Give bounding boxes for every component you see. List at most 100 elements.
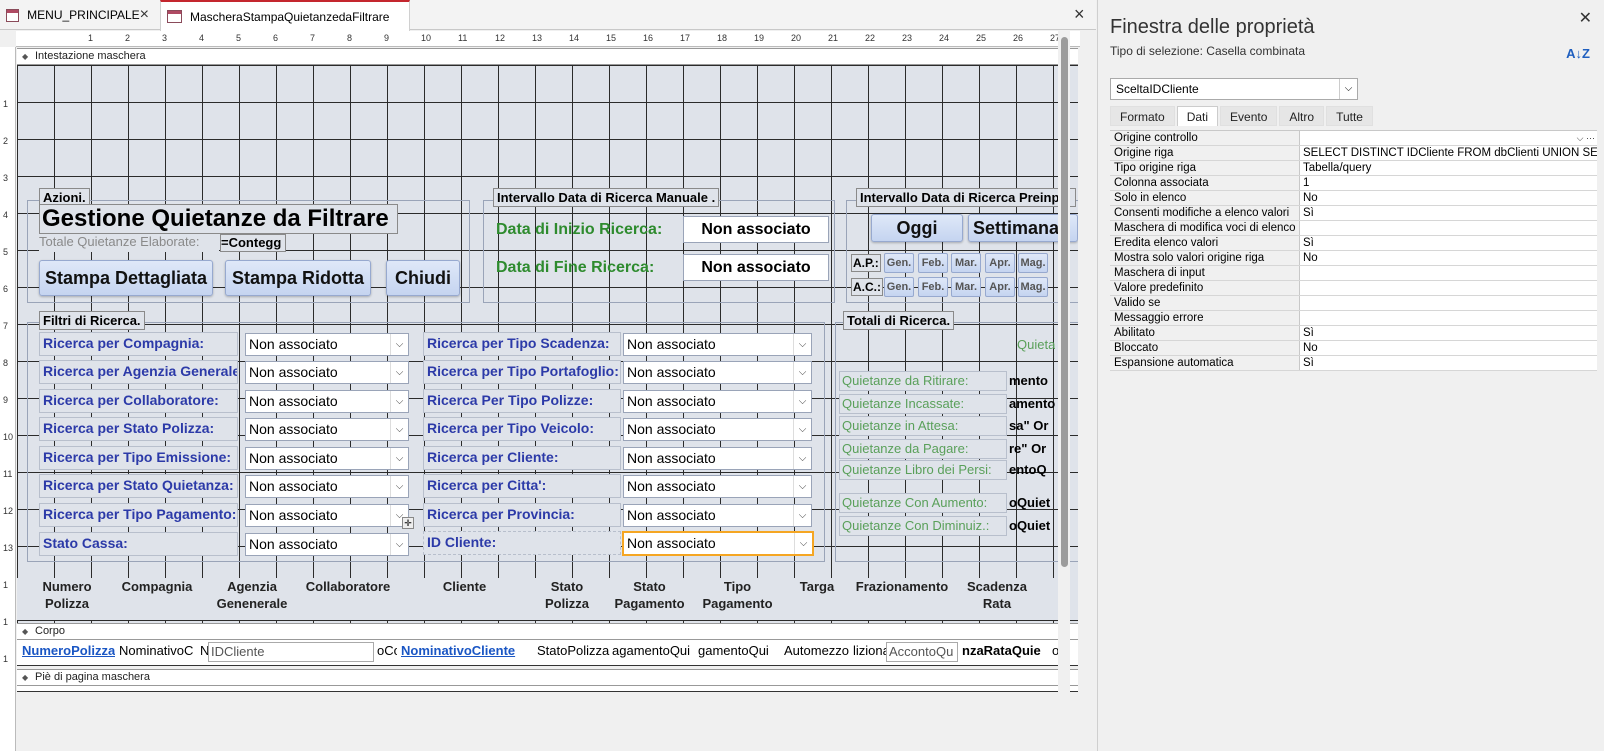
property-value[interactable]: Sì (1300, 236, 1597, 250)
chevron-down-icon[interactable]: ⌵ (390, 448, 408, 469)
chevron-down-icon[interactable]: ⌵ ··· (1577, 131, 1595, 145)
ac-feb-button[interactable]: Feb. (918, 277, 948, 297)
property-row[interactable]: Solo in elenco No (1110, 191, 1597, 206)
object-selector[interactable]: SceltaIDCliente ⌵ (1110, 78, 1358, 100)
collaboratore-field[interactable]: oCol (375, 642, 397, 662)
ac-apr-button[interactable]: Apr. (985, 277, 1015, 297)
vertical-scrollbar[interactable] (1058, 31, 1070, 751)
property-value[interactable]: Sì (1300, 326, 1597, 340)
stato-polizza-combo[interactable]: Non associato ⌵ (245, 418, 409, 441)
tipo-veicolo-combo[interactable]: Non associato ⌵ (623, 418, 812, 441)
chevron-down-icon[interactable]: ⌵ (390, 362, 408, 383)
provincia-combo[interactable]: Non associato ⌵ (623, 504, 812, 527)
property-value[interactable]: SELECT DISTINCT IDCliente FROM dbClienti… (1300, 146, 1597, 160)
chevron-down-icon[interactable]: ⌵ (794, 533, 812, 554)
section-bar-header[interactable]: Intestazione maschera (17, 48, 1078, 65)
property-row[interactable]: Mostra solo valori origine riga No (1110, 251, 1597, 266)
collaboratore-combo[interactable]: Non associato ⌵ (245, 390, 409, 413)
close-icon[interactable]: × (140, 6, 149, 24)
stampa-dettagliata-button[interactable]: Stampa Dettagliata (39, 260, 213, 296)
chevron-down-icon[interactable]: ⌵ (793, 334, 811, 355)
property-row[interactable]: Maschera di modifica voci di elenco (1110, 221, 1597, 236)
property-row[interactable]: Abilitato Sì (1110, 326, 1597, 341)
property-value[interactable]: Sì (1300, 206, 1597, 220)
tab-dati[interactable]: Dati (1176, 106, 1219, 126)
property-row[interactable]: Tipo origine riga Tabella/query (1110, 161, 1597, 176)
chevron-down-icon[interactable]: ⌵ (390, 334, 408, 355)
ac-gen-button[interactable]: Gen. (884, 277, 914, 297)
property-row[interactable]: Origine riga SELECT DISTINCT IDCliente FR… (1110, 146, 1597, 161)
targa-field[interactable]: Automezzo (782, 642, 850, 662)
close-icon[interactable]: ✕ (1579, 8, 1592, 28)
compagnia-combo[interactable]: Non associato ⌵ (245, 333, 409, 356)
close-document-icon[interactable]: × (1074, 4, 1085, 25)
property-row[interactable]: Messaggio errore (1110, 311, 1597, 326)
chevron-down-icon[interactable]: ⌵ (793, 448, 811, 469)
chevron-down-icon[interactable]: ⌵ (390, 476, 408, 497)
tab-tutte[interactable]: Tutte (1326, 106, 1373, 126)
chevron-down-icon[interactable]: ⌵ (793, 362, 811, 383)
chevron-down-icon[interactable]: ⌵ (390, 391, 408, 412)
ac-mar-button[interactable]: Mar. (951, 277, 981, 297)
tab-formato[interactable]: Formato (1110, 106, 1175, 126)
property-row[interactable]: Origine controllo ⌵ ··· (1110, 131, 1597, 146)
property-value[interactable]: 1 (1300, 176, 1597, 190)
citta-combo[interactable]: Non associato ⌵ (623, 475, 812, 498)
ap-apr-button[interactable]: Apr. (985, 253, 1015, 273)
property-value[interactable]: No (1300, 341, 1597, 355)
scadenza-rata-field[interactable]: nzaRataQuie (960, 642, 1050, 662)
chevron-down-icon[interactable]: ⌵ (1339, 79, 1357, 99)
tipo-pagamento-field[interactable]: gamentoQui (696, 642, 781, 662)
property-row[interactable]: Valido se (1110, 296, 1597, 311)
stato-polizza-field[interactable]: StatoPolizza (535, 642, 610, 662)
tab-altro[interactable]: Altro (1279, 106, 1325, 126)
scrollbar-thumb[interactable] (1061, 37, 1068, 567)
property-value[interactable]: ⌵ ··· (1300, 131, 1597, 145)
id-cliente-field[interactable]: IDCliente (208, 642, 374, 662)
ap-mar-button[interactable]: Mar. (951, 253, 981, 273)
property-row[interactable]: Bloccato No (1110, 341, 1597, 356)
tab-menu-principale[interactable]: MENU_PRINCIPALE × (0, 0, 157, 30)
stato-quietanza-combo[interactable]: Non associato ⌵ (245, 475, 409, 498)
tipo-scadenza-combo[interactable]: Non associato ⌵ (623, 333, 812, 356)
property-value[interactable] (1300, 221, 1597, 235)
stampa-ridotta-button[interactable]: Stampa Ridotta (225, 260, 371, 296)
chiudi-button[interactable]: Chiudi (386, 260, 460, 296)
property-value[interactable]: Tabella/query (1300, 161, 1597, 175)
property-row[interactable]: Maschera di input (1110, 266, 1597, 281)
ac-mag-button[interactable]: Mag. (1018, 277, 1048, 297)
compagnia-field[interactable]: NominativoC (117, 642, 197, 662)
oggi-button[interactable]: Oggi (871, 214, 963, 242)
data-fine-field[interactable]: Non associato (683, 254, 829, 281)
property-row[interactable]: Valore predefinito (1110, 281, 1597, 296)
property-value[interactable]: No (1300, 191, 1597, 205)
chevron-down-icon[interactable]: ⌵ (390, 419, 408, 440)
tipo-pagamento-combo[interactable]: Non associato ⌵ (245, 504, 409, 527)
chevron-down-icon[interactable]: ⌵ (390, 534, 408, 555)
stato-cassa-combo[interactable]: Non associato ⌵ (245, 533, 409, 556)
property-value[interactable] (1300, 296, 1597, 310)
agenzia-field[interactable]: N (198, 642, 208, 662)
property-row[interactable]: Espansione automatica Sì (1110, 356, 1597, 371)
numero-polizza-field[interactable]: NumeroPolizza (20, 642, 115, 662)
chevron-down-icon[interactable]: ⌵ (793, 419, 811, 440)
chevron-down-icon[interactable]: ⌵ (793, 476, 811, 497)
section-bar-footer[interactable]: Piè di pagina maschera (17, 669, 1078, 686)
move-handle-icon[interactable]: ✛ (402, 517, 414, 529)
sort-icon[interactable]: A↓Z (1566, 46, 1590, 61)
tipo-polizze-combo[interactable]: Non associato ⌵ (623, 390, 812, 413)
ap-feb-button[interactable]: Feb. (918, 253, 948, 273)
property-value[interactable] (1300, 266, 1597, 280)
property-row[interactable]: Colonna associata 1 (1110, 176, 1597, 191)
property-value[interactable] (1300, 281, 1597, 295)
tipo-portafoglio-combo[interactable]: Non associato ⌵ (623, 361, 812, 384)
property-value[interactable]: Sì (1300, 356, 1597, 370)
section-bar-body[interactable]: Corpo (17, 623, 1078, 640)
id-cliente-combo[interactable]: Non associato ⌵ (622, 531, 814, 556)
property-row[interactable]: Consenti modifiche a elenco valori Sì (1110, 206, 1597, 221)
nominativo-cliente-field[interactable]: NominativoCliente (399, 642, 533, 662)
property-value[interactable]: No (1300, 251, 1597, 265)
tab-evento[interactable]: Evento (1220, 106, 1278, 126)
chevron-down-icon[interactable]: ⌵ (793, 505, 811, 526)
data-inizio-field[interactable]: Non associato (683, 216, 829, 243)
